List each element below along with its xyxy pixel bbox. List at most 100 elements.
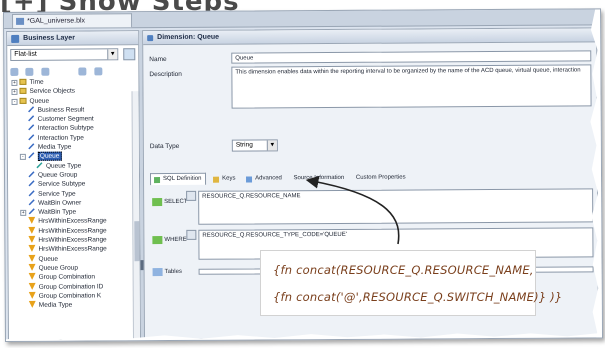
sql-editor-icon[interactable] xyxy=(152,198,163,207)
callout-line-2: {fn concat('@',RESOURCE_Q.SWITCH_NAME)} … xyxy=(273,290,563,304)
tab-sql-definition-label: SQL Definition xyxy=(163,175,202,183)
chevron-down-icon[interactable]: ▼ xyxy=(107,49,118,60)
collapse-icon[interactable]: - xyxy=(19,154,26,161)
tables-label-text: Tables xyxy=(164,268,182,276)
where-label: WHERE xyxy=(152,236,187,245)
select-label-text: SELECT xyxy=(164,198,188,206)
tree-item-label: Service Subtype xyxy=(38,180,86,189)
view-options-icon[interactable] xyxy=(123,48,136,61)
tree-item-label: HrsWithinExcessRange xyxy=(38,227,107,235)
expand-icon[interactable]: + xyxy=(11,89,18,96)
advanced-icon xyxy=(246,176,253,183)
tree-item-label: Queue Group xyxy=(37,171,78,179)
folder-icon xyxy=(19,78,27,85)
key-icon xyxy=(213,176,220,183)
tab-sql-definition[interactable]: SQL Definition xyxy=(149,172,207,186)
tab-custom-properties[interactable]: Custom Properties xyxy=(352,173,410,185)
collapse-icon[interactable]: - xyxy=(11,98,18,105)
select-label: SELECT xyxy=(152,198,188,207)
description-label: Description xyxy=(149,70,182,79)
measure-icon xyxy=(28,254,36,262)
dimension-icon xyxy=(28,115,35,122)
tab-source-information[interactable]: Source Information xyxy=(290,173,349,185)
tree-item-label: Queue Group xyxy=(38,264,78,272)
dimension-icon xyxy=(28,143,35,150)
measure-icon xyxy=(28,291,36,299)
tree-item-label: Group Combination K xyxy=(38,292,102,300)
tab-advanced[interactable]: Advanced xyxy=(243,173,286,185)
dimension-icon xyxy=(28,124,35,131)
datatype-select[interactable]: String ▼ xyxy=(231,139,278,152)
tree-item[interactable]: Media Type xyxy=(9,300,140,310)
tree-item-label: Interaction Type xyxy=(37,134,84,142)
callout-line-1: {fn concat(RESOURCE_Q.RESOURCE_NAME, xyxy=(273,263,534,277)
sql-callout: {fn concat(RESOURCE_Q.RESOURCE_NAME, {fn… xyxy=(260,250,563,316)
expand-icon[interactable]: + xyxy=(11,79,18,86)
tree-item-label: Interaction Subtype xyxy=(37,124,94,133)
tab-keys[interactable]: Keys xyxy=(210,174,239,186)
business-layer-icon xyxy=(11,34,20,43)
sql-icon xyxy=(154,177,161,184)
tree-item-label: Group Combination xyxy=(38,273,96,282)
tables-icon[interactable] xyxy=(152,268,163,277)
dimension-icon xyxy=(28,208,35,215)
move-up-icon[interactable] xyxy=(25,67,34,76)
tab-custom-properties-label: Custom Properties xyxy=(355,174,406,181)
name-field[interactable]: Queue xyxy=(231,50,592,64)
dimension-editor-header: Dimension: Queue xyxy=(143,28,597,46)
dimension-icon xyxy=(28,152,35,159)
select-builder-button[interactable] xyxy=(186,190,197,201)
tree-item-label: Group Combination ID xyxy=(38,282,104,291)
measure-icon xyxy=(28,282,36,290)
tree-toolbar xyxy=(10,62,135,76)
tree-item-label: Service Type xyxy=(38,190,76,198)
tree-item-label: WaitBin Owner xyxy=(38,199,82,207)
dimension-icon xyxy=(28,106,35,113)
where-label-text: WHERE xyxy=(164,236,187,244)
tree-scrollbar-thumb[interactable] xyxy=(134,221,140,262)
detail-icon xyxy=(36,161,43,168)
tree-item-label: Queue xyxy=(29,97,50,105)
dimension-icon xyxy=(28,180,35,187)
view-combo[interactable]: Flat-list ▼ xyxy=(10,48,119,61)
description-field[interactable]: This dimension enables data within the r… xyxy=(231,64,592,109)
view-combo-value: Flat-list xyxy=(14,50,37,58)
sql-editor-icon[interactable] xyxy=(152,236,163,245)
business-layer-panel: Business Layer Flat-list ▼ + Time + Service… xyxy=(6,30,142,341)
tree-item-label: Media Type xyxy=(37,143,72,151)
move-down-icon[interactable] xyxy=(41,67,50,76)
measure-icon xyxy=(28,226,36,234)
dimension-icon xyxy=(28,171,35,178)
measure-icon xyxy=(28,300,36,308)
editor-tab[interactable]: *GAL_universe.blx xyxy=(12,13,133,28)
measure-icon xyxy=(28,245,36,253)
name-label: Name xyxy=(149,56,167,64)
expand-icon[interactable]: + xyxy=(20,210,27,217)
add-icon[interactable] xyxy=(10,67,19,76)
folder-icon xyxy=(19,88,27,95)
dimension-icon xyxy=(147,35,154,42)
where-builder-button[interactable] xyxy=(186,229,197,240)
chevron-down-icon[interactable]: ▼ xyxy=(266,140,277,151)
tree-item-label: Customer Segment xyxy=(37,115,94,123)
tree-item-label: WaitBin Type xyxy=(38,208,77,216)
expand-icon[interactable] xyxy=(94,67,103,76)
dimension-icon xyxy=(28,189,35,196)
dimension-icon xyxy=(28,134,35,141)
tab-advanced-label: Advanced xyxy=(255,175,282,182)
tree-item-label: HrsWithinExcessRange xyxy=(38,245,107,254)
tables-label: Tables xyxy=(152,268,182,277)
tab-keys-label: Keys xyxy=(222,175,236,182)
select-sql-field[interactable]: RESOURCE_Q.RESOURCE_NAME xyxy=(198,188,594,225)
business-layer-tree: + Time + Service Objects - Queue Business Resu… xyxy=(7,77,139,310)
tree-item-label: Service Objects xyxy=(29,87,76,96)
dimension-editor-title: Dimension: Queue xyxy=(157,33,220,42)
business-layer-title: Business Layer xyxy=(23,34,75,42)
tree-item-label: Queue Type xyxy=(45,162,82,170)
tree-item-label: Queue xyxy=(38,255,59,263)
folder-icon xyxy=(19,97,27,104)
filter-icon[interactable] xyxy=(78,67,87,76)
tree-item-label: Time xyxy=(29,78,44,86)
editor-tab-label: *GAL_universe.blx xyxy=(27,17,86,25)
measure-icon xyxy=(28,263,36,271)
